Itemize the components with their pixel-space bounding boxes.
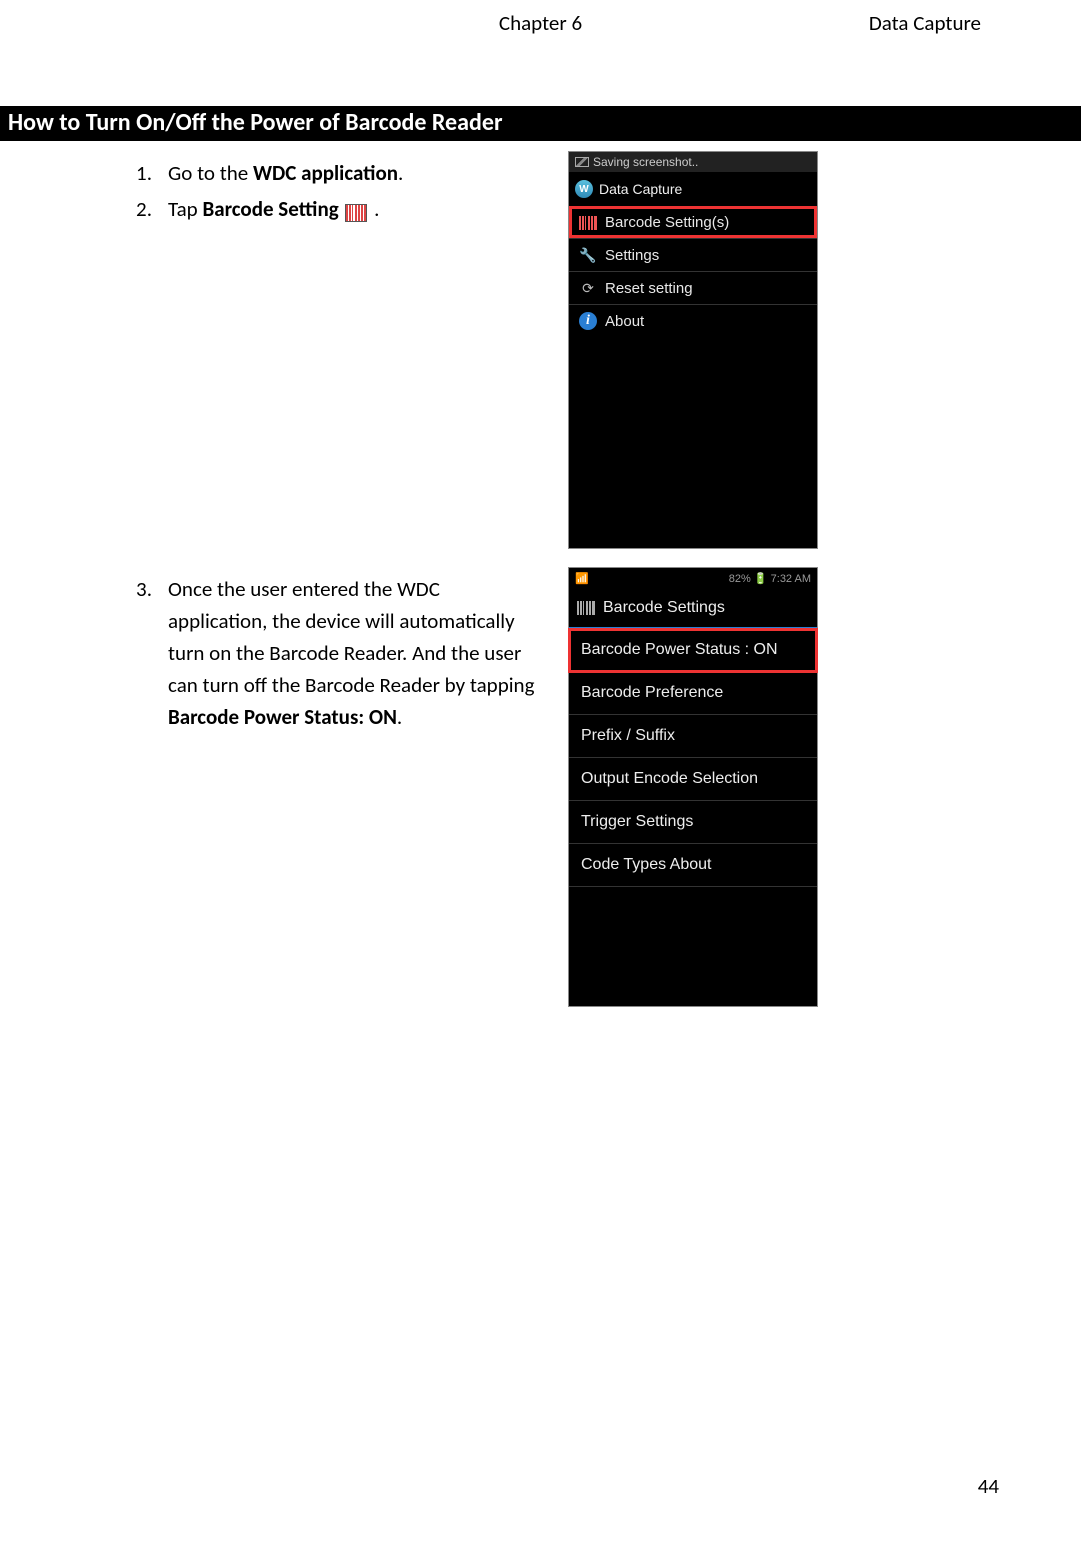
image-icon (575, 157, 589, 167)
info-icon: i (579, 312, 597, 330)
step-number: 1. (130, 157, 152, 189)
list-item-code-types-about[interactable]: Code Types About (569, 844, 817, 887)
step-1-post: . (398, 160, 403, 186)
step-3-text: Once the user entered the WDC applicatio… (168, 576, 534, 698)
step-number: 2. (130, 193, 152, 225)
statusbar-text: Saving screenshot.. (593, 155, 698, 169)
page-header: Chapter 6 Data Capture (104, 10, 983, 36)
screenshot-data-capture: Saving screenshot.. W Data Capture Barco… (568, 151, 818, 549)
step-2: 2. Tap Barcode Setting . (130, 193, 544, 225)
app-title-row: Barcode Settings (569, 589, 817, 629)
app-title-row: W Data Capture (569, 172, 817, 206)
menu-item-label: About (605, 313, 644, 330)
step-2-pre: Tap (168, 196, 202, 222)
app-title: Data Capture (599, 181, 682, 197)
menu-item-settings[interactable]: 🔧 Settings (569, 238, 817, 271)
step-1: 1. Go to the WDC application. (130, 157, 544, 189)
status-time: 7:32 AM (771, 573, 811, 585)
wdc-icon: W (575, 180, 593, 198)
list-item-prefix-suffix[interactable]: Prefix / Suffix (569, 715, 817, 758)
menu-item-label: Barcode Setting(s) (605, 214, 729, 231)
menu-item-barcode-settings[interactable]: Barcode Setting(s) (569, 206, 817, 238)
menu-item-label: Settings (605, 247, 659, 264)
step-2-bold: Barcode Setting (202, 196, 338, 222)
header-chapter: Chapter 6 (0, 10, 1081, 36)
step-2-post: . (369, 196, 379, 222)
list-item-output-encode[interactable]: Output Encode Selection (569, 758, 817, 801)
step-3-bold: Barcode Power Status: ON (168, 704, 397, 730)
page-number: 44 (978, 1473, 999, 1499)
step-text: Go to the WDC application. (168, 157, 544, 189)
menu-item-reset[interactable]: ⟳ Reset setting (569, 271, 817, 304)
step-text: Tap Barcode Setting . (168, 193, 544, 225)
section-title: How to Turn On/Off the Power of Barcode … (0, 106, 1081, 141)
screenshot-barcode-settings: 📶 82% 🔋 7:32 AM Barcode Settings Barcode… (568, 567, 818, 1007)
app-title: Barcode Settings (603, 599, 725, 617)
step-1-pre: Go to the (168, 160, 253, 186)
step-1-bold: WDC application (253, 160, 398, 186)
android-statusbar: 📶 82% 🔋 7:32 AM (569, 568, 817, 589)
step-3-post: . (397, 704, 402, 730)
battery-percent: 82% (729, 573, 751, 585)
menu-item-label: Reset setting (605, 280, 693, 297)
barcode-icon (579, 216, 597, 230)
wrench-icon: 🔧 (579, 246, 597, 264)
step-3: 3. Once the user entered the WDC applica… (130, 573, 544, 733)
android-statusbar: Saving screenshot.. (569, 152, 817, 172)
refresh-icon: ⟳ (579, 279, 597, 297)
menu-item-about[interactable]: i About (569, 304, 817, 337)
barcode-icon (345, 204, 367, 222)
list-item-trigger-settings[interactable]: Trigger Settings (569, 801, 817, 844)
list-item-barcode-preference[interactable]: Barcode Preference (569, 672, 817, 715)
step-text: Once the user entered the WDC applicatio… (168, 573, 544, 733)
step-number: 3. (130, 573, 152, 733)
barcode-icon (577, 601, 595, 615)
list-item-power-status[interactable]: Barcode Power Status : ON (569, 629, 817, 672)
